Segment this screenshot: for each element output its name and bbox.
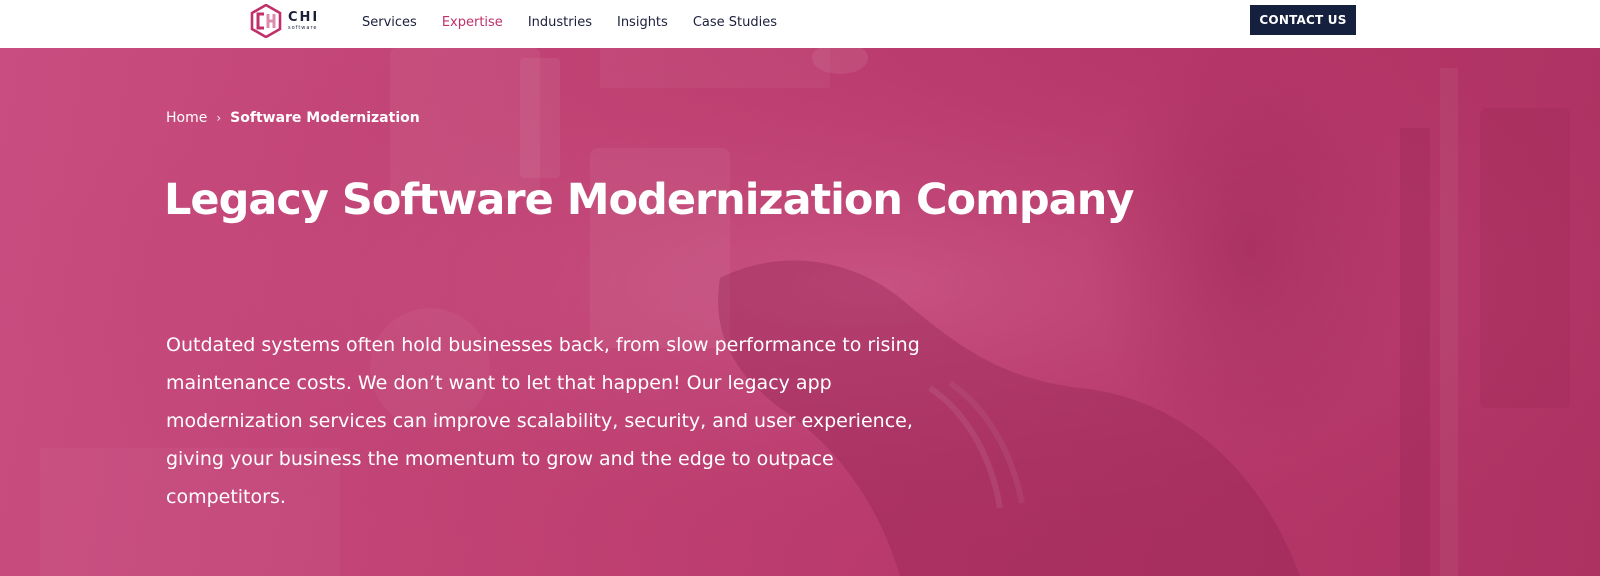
logo-link[interactable]: CHI software [250,4,319,38]
chi-logo-icon [250,4,282,38]
logo-subtitle: software [288,25,318,31]
hero-section: Home › Software Modernization Legacy Sof… [0,48,1600,576]
nav-case-studies[interactable]: Case Studies [693,15,777,30]
logo-text: CHI software [288,11,319,31]
breadcrumb-chevron-icon: › [216,111,222,125]
page-title: Legacy Software Modernization Company [164,175,1134,225]
hero-description: Outdated systems often hold businesses b… [166,334,920,508]
nav-services[interactable]: Services [362,15,417,30]
logo-name: CHI [288,10,320,25]
site-header: CHI software Services Expertise Industri… [0,0,1600,48]
nav-industries[interactable]: Industries [528,15,592,30]
breadcrumb: Home › Software Modernization [166,110,420,126]
breadcrumb-current: Software Modernization [230,110,420,126]
nav-insights[interactable]: Insights [617,15,668,30]
contact-us-button[interactable]: CONTACT US [1250,5,1356,35]
nav-expertise[interactable]: Expertise [442,15,503,30]
main-nav: Services Expertise Industries Insights C… [362,0,802,44]
breadcrumb-home-link[interactable]: Home [166,110,207,126]
